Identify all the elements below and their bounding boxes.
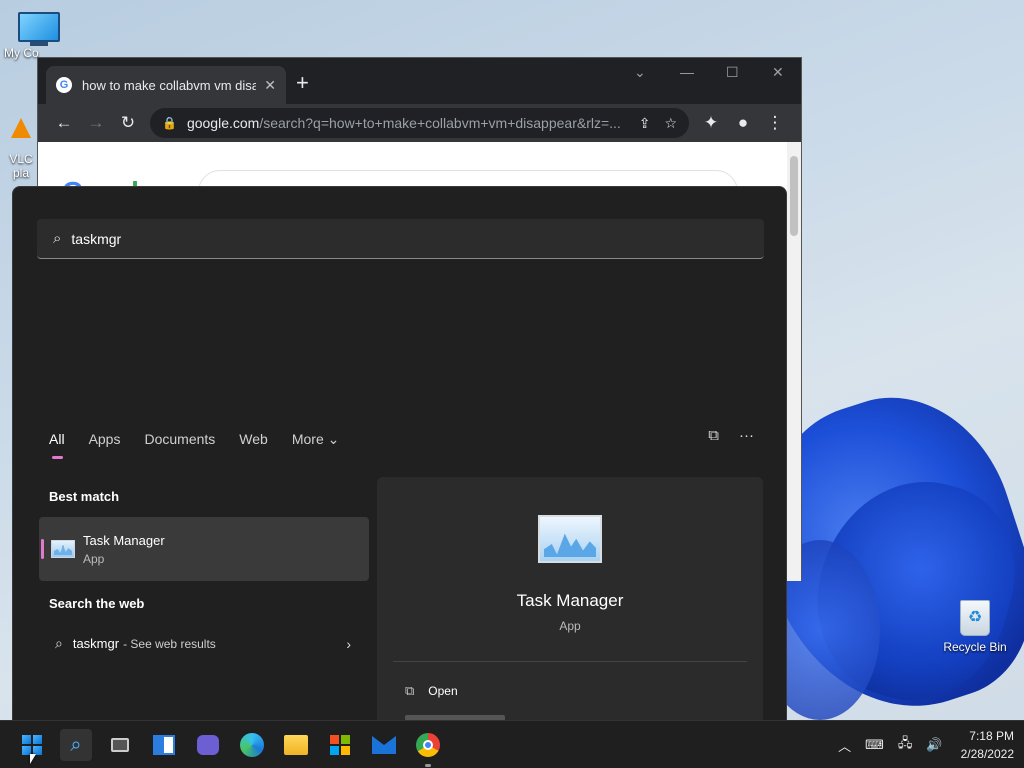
widgets-button[interactable] <box>148 729 180 761</box>
search-icon: ⌕ <box>55 635 63 651</box>
volume-icon[interactable]: 🔊 <box>926 737 942 753</box>
chat-icon <box>197 735 219 755</box>
profile-icon[interactable]: ● <box>727 113 759 133</box>
address-bar[interactable]: 🔒 google.com /search?q=how+to+make+colla… <box>150 108 689 138</box>
tab-all[interactable]: All <box>49 431 65 459</box>
tab-more[interactable]: More ⌄ <box>292 431 340 448</box>
system-tray: ︿ ⌨ 🖧 🔊 7:18 PM 2/28/2022 <box>824 721 1014 768</box>
recycle-bin-icon: ♻ <box>960 600 990 636</box>
maximize-button[interactable]: ☐ <box>726 64 739 81</box>
tab-title: how to make collabvm vm disapp <box>82 77 257 93</box>
chrome-icon <box>416 733 440 757</box>
url-path: /search?q=how+to+make+collabvm+vm+disapp… <box>259 115 621 131</box>
edge-icon <box>240 733 264 757</box>
clock-time: 7:18 PM <box>969 729 1014 743</box>
reload-button[interactable]: ↻ <box>112 113 144 133</box>
tab-web[interactable]: Web <box>239 431 268 448</box>
preview-app-type: App <box>559 619 581 633</box>
desktop-icon-label: Recycle Bin <box>943 640 1007 654</box>
page-scrollbar[interactable] <box>787 142 801 581</box>
chevron-up-icon[interactable]: ︿ <box>838 736 851 755</box>
task-view-button[interactable] <box>104 729 136 761</box>
close-window-button[interactable]: ✕ <box>772 64 784 81</box>
share-icon[interactable]: ⇪ <box>639 115 651 132</box>
chat-button[interactable] <box>192 729 224 761</box>
web-result-item[interactable]: ⌕ taskmgr - See web results › <box>55 635 351 652</box>
search-icon: ⌕ <box>70 733 82 756</box>
windows-start-icon <box>22 735 42 755</box>
best-match-item[interactable]: Task Manager App <box>39 517 369 581</box>
store-icon <box>330 735 350 755</box>
task-view-icon <box>111 738 129 752</box>
bookmark-star-icon[interactable]: ☆ <box>664 115 677 132</box>
open-label: Open <box>428 684 458 698</box>
chrome-menu-icon[interactable]: ⋮ <box>759 113 791 133</box>
account-switch-icon[interactable]: ⧉ <box>708 427 719 444</box>
clock[interactable]: 7:18 PM 2/28/2022 <box>961 727 1014 763</box>
minimize-button[interactable]: — <box>680 64 694 80</box>
clock-date: 2/28/2022 <box>960 747 1014 761</box>
desktop-icon-label: VLC <box>9 152 33 166</box>
file-explorer-button[interactable] <box>280 729 312 761</box>
chrome-toolbar: ← → ↻ 🔒 google.com /search?q=how+to+make… <box>38 104 801 142</box>
task-manager-icon <box>51 540 75 558</box>
edge-button[interactable] <box>236 729 268 761</box>
desktop-icon-label: pla <box>12 166 29 180</box>
back-button[interactable]: ← <box>48 113 80 133</box>
google-favicon-icon: G <box>56 77 72 93</box>
chevron-right-icon[interactable]: › <box>346 636 351 652</box>
vlc-cone-icon <box>11 118 31 138</box>
web-query: taskmgr <box>72 636 120 651</box>
store-button[interactable] <box>324 729 356 761</box>
network-icon[interactable]: 🖧 <box>898 734 913 756</box>
open-action[interactable]: ⧉ Open <box>405 683 458 699</box>
chrome-button[interactable] <box>412 729 444 767</box>
search-icon: ⌕ <box>53 230 62 247</box>
preview-pane: Task Manager App ⧉ Open <box>377 477 763 720</box>
mouse-cursor <box>30 754 36 764</box>
search-button[interactable]: ⌕ <box>60 729 92 761</box>
chevron-down-icon: ⌄ <box>327 431 340 447</box>
tab-more-label: More <box>291 431 324 447</box>
url-domain: google.com <box>186 115 260 131</box>
best-match-type: App <box>83 551 105 566</box>
lock-icon: 🔒 <box>162 116 177 130</box>
start-search-panel: ⌕ taskmgr All Apps Documents Web More ⌄ … <box>12 186 787 720</box>
desktop-icon-vlc[interactable]: VLC pla <box>4 118 38 180</box>
new-tab-button[interactable]: + <box>296 70 309 96</box>
open-external-icon: ⧉ <box>405 683 415 698</box>
desktop-icon-my-computer[interactable]: My Co <box>4 12 74 60</box>
tab-apps[interactable]: Apps <box>89 431 121 448</box>
web-suffix: - See web results <box>123 636 216 651</box>
taskbar: ⌕ ︿ ⌨ 🖧 🔊 7:18 PM 2/28/2022 <box>0 720 1024 768</box>
mail-icon <box>372 736 396 754</box>
search-options: ⧉ ··· <box>708 427 754 444</box>
search-query: taskmgr <box>71 230 122 247</box>
preview-app-name: Task Manager <box>516 591 624 610</box>
tab-search-icon[interactable]: ⌄ <box>634 64 646 81</box>
more-options-icon[interactable]: ··· <box>739 427 754 444</box>
extensions-icon[interactable]: ✦ <box>695 113 727 133</box>
tab-close-icon[interactable]: ✕ <box>264 77 276 94</box>
mail-button[interactable] <box>368 729 400 761</box>
file-explorer-icon <box>284 735 308 755</box>
divider <box>393 661 747 662</box>
chrome-tab[interactable]: G how to make collabvm vm disapp ✕ <box>46 66 286 104</box>
task-manager-icon <box>538 515 602 563</box>
tab-documents[interactable]: Documents <box>144 431 215 448</box>
best-match-name: Task Manager <box>83 532 165 548</box>
forward-button[interactable]: → <box>80 113 112 133</box>
best-match-heading: Best match <box>49 489 120 504</box>
chrome-tabbar: G how to make collabvm vm disapp ✕ + ⌄ —… <box>38 58 801 104</box>
search-filter-tabs: All Apps Documents Web More ⌄ <box>49 431 340 459</box>
widgets-icon <box>153 735 175 755</box>
search-input[interactable]: ⌕ taskmgr <box>37 219 764 259</box>
keyboard-icon[interactable]: ⌨ <box>865 737 884 753</box>
monitor-icon <box>18 12 60 42</box>
search-web-heading: Search the web <box>49 596 145 611</box>
desktop-icon-recycle-bin[interactable]: ♻ Recycle Bin <box>940 600 1010 654</box>
